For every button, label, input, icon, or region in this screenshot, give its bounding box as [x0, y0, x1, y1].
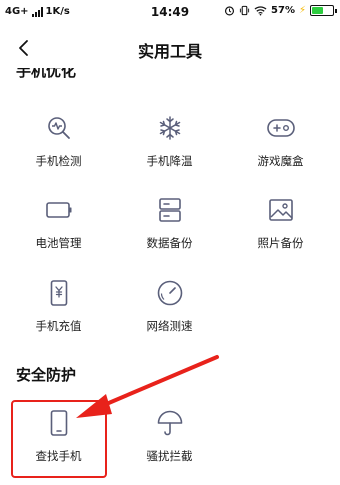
alarm-icon	[224, 6, 235, 16]
magnifier-chart-icon	[44, 113, 74, 143]
tool-label: 游戏魔盒	[257, 154, 304, 168]
tool-harassment-block[interactable]: 骚扰拦截	[113, 408, 226, 485]
tool-phone-cooling[interactable]: 手机降温	[113, 113, 226, 193]
battery-icon	[44, 195, 74, 225]
tool-phone-check[interactable]: 手机检测	[2, 113, 115, 193]
tool-label: 网络测速	[146, 319, 193, 333]
speedometer-icon	[155, 278, 185, 308]
tool-photo-backup[interactable]: 照片备份	[224, 195, 337, 275]
tool-label: 电池管理	[35, 236, 82, 250]
tool-label: 照片备份	[257, 236, 304, 250]
gamepad-icon	[266, 113, 296, 143]
charging-icon: ⚡	[298, 5, 306, 16]
header: 实用工具	[0, 26, 340, 70]
tool-data-backup[interactable]: 数据备份	[113, 195, 226, 275]
tool-label: 数据备份	[146, 236, 193, 250]
tool-label: 骚扰拦截	[146, 449, 193, 463]
snowflake-icon	[155, 113, 185, 143]
tool-phone-recharge[interactable]: 手机充值	[2, 278, 115, 358]
umbrella-icon	[155, 408, 185, 438]
tool-label: 手机检测	[35, 154, 82, 168]
annotation-highlight-box	[11, 400, 107, 478]
photo-icon	[266, 195, 296, 225]
battery-percent: 57%	[271, 5, 295, 16]
wifi-icon	[254, 6, 267, 16]
tool-battery-manage[interactable]: 电池管理	[2, 195, 115, 275]
section-title-security: 安全防护	[16, 366, 77, 384]
section-title-phone-optimize-text: 手机优化	[16, 68, 77, 80]
status-right: 57% ⚡	[224, 5, 337, 16]
section-title-phone-optimize: 手机优化	[16, 68, 76, 80]
status-bar: 4G+ 1K/s 14:49 57% ⚡	[0, 0, 340, 26]
phone-yuan-icon	[44, 278, 74, 308]
page-title: 实用工具	[137, 42, 202, 61]
database-icon	[155, 195, 185, 225]
tool-label: 手机充值	[35, 319, 82, 333]
battery-icon	[310, 5, 337, 16]
tool-game-box[interactable]: 游戏魔盒	[224, 113, 337, 193]
tool-network-speed[interactable]: 网络测速	[113, 278, 226, 358]
tool-label: 手机降温	[146, 154, 193, 168]
vibrate-icon	[239, 5, 250, 16]
